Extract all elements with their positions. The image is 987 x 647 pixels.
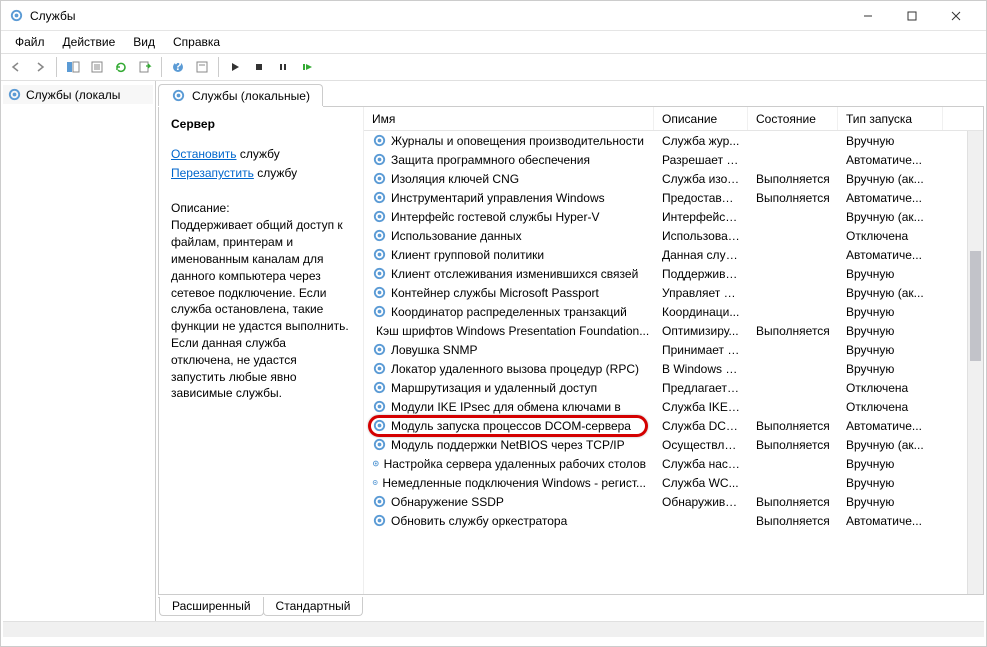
menu-action[interactable]: Действие [55,33,124,51]
service-row[interactable]: Настройка сервера удаленных рабочих стол… [364,454,983,473]
stop-link[interactable]: Остановить [171,147,237,161]
service-actions: Остановить службу Перезапустить службу [171,145,351,183]
toolbar: ? [1,53,986,81]
tab-header: Службы (локальные) [158,83,984,107]
services-icon [9,8,24,23]
pause-service-button[interactable] [272,56,294,78]
service-row[interactable]: Интерфейс гостевой службы Hyper-VИнтерфе… [364,207,983,226]
services-icon [171,88,186,103]
service-row[interactable]: Немедленные подключения Windows - регист… [364,473,983,492]
forward-button[interactable] [29,56,51,78]
service-icon [372,190,387,205]
service-icon [372,361,387,376]
col-state[interactable]: Состояние [748,107,838,130]
service-row[interactable]: Кэш шрифтов Windows Presentation Foundat… [364,321,983,340]
service-row[interactable]: Локатор удаленного вызова процедур (RPC)… [364,359,983,378]
service-icon [372,475,378,490]
col-startup[interactable]: Тип запуска [838,107,943,130]
refresh-button[interactable] [110,56,132,78]
service-icon [372,342,387,357]
tab-standard[interactable]: Стандартный [263,597,364,616]
help-button[interactable]: ? [167,56,189,78]
selected-service-title: Сервер [171,117,351,131]
services-icon [7,87,22,102]
tab-extended[interactable]: Расширенный [159,597,264,616]
col-name[interactable]: Имя [364,107,654,130]
description-text: Поддерживает общий доступ к файлам, прин… [171,217,351,402]
service-icon [372,380,387,395]
menu-help[interactable]: Справка [165,33,228,51]
service-icon [372,304,387,319]
service-row[interactable]: Обновить службу оркестратораВыполняетсяА… [364,511,983,530]
col-description[interactable]: Описание [654,107,748,130]
tab-services-local[interactable]: Службы (локальные) [158,84,323,106]
close-button[interactable] [934,2,978,30]
service-row[interactable]: Журналы и оповещения производительностиС… [364,131,983,150]
service-row[interactable]: Модуль запуска процессов DCOM-сервераСлу… [364,416,983,435]
console-tree: Службы (локалы [1,81,156,621]
service-row[interactable]: Координатор распределенных транзакцийКоо… [364,302,983,321]
service-row[interactable]: Обнаружение SSDPОбнаружива...Выполняется… [364,492,983,511]
service-icon [372,266,387,281]
vertical-scrollbar[interactable] [967,131,983,594]
window-title: Службы [9,8,846,23]
service-row[interactable]: Ловушка SNMPПринимает с...Вручную [364,340,983,359]
service-icon [372,418,387,433]
service-row[interactable]: Модули IKE IPsec для обмена ключами вСлу… [364,397,983,416]
service-icon [372,209,387,224]
service-icon [372,152,387,167]
stop-service-button[interactable] [248,56,270,78]
properties-button[interactable] [86,56,108,78]
service-icon [372,399,387,414]
service-icon [372,285,387,300]
menu-file[interactable]: Файл [7,33,53,51]
restart-link[interactable]: Перезапустить [171,166,254,180]
content-area: Службы (локалы Службы (локальные) Сервер… [1,81,986,621]
service-row[interactable]: Клиент групповой политикиДанная служ...А… [364,245,983,264]
service-icon [372,228,387,243]
service-icon [372,437,387,452]
show-hide-tree-button[interactable] [62,56,84,78]
service-row[interactable]: Клиент отслеживания изменившихся связейП… [364,264,983,283]
bottom-tabs: Расширенный Стандартный [158,597,984,619]
tree-item-services[interactable]: Службы (локалы [3,85,153,104]
service-row[interactable]: Контейнер службы Microsoft PassportУправ… [364,283,983,302]
service-icon [372,456,380,471]
service-row[interactable]: Изоляция ключей CNGСлужба изол...Выполня… [364,169,983,188]
service-row[interactable]: Модуль поддержки NetBIOS через TCP/IPОсу… [364,435,983,454]
export-button[interactable] [134,56,156,78]
start-service-button[interactable] [224,56,246,78]
list-header: Имя Описание Состояние Тип запуска [364,107,983,131]
service-row[interactable]: Маршрутизация и удаленный доступПредлага… [364,378,983,397]
service-icon [372,133,387,148]
back-button[interactable] [5,56,27,78]
maximize-button[interactable] [890,2,934,30]
detail-pane: Службы (локальные) Сервер Остановить слу… [156,81,986,621]
horizontal-scrollbar[interactable] [3,621,984,637]
service-row[interactable]: Использование данныхИспользован...Отключ… [364,226,983,245]
service-icon [372,513,387,528]
service-icon [372,247,387,262]
services-list: Имя Описание Состояние Тип запуска Журна… [364,107,983,594]
properties2-button[interactable] [191,56,213,78]
service-row[interactable]: Инструментарий управления WindowsПредост… [364,188,983,207]
svg-text:?: ? [174,60,181,73]
menu-view[interactable]: Вид [125,33,163,51]
service-detail-panel: Сервер Остановить службу Перезапустить с… [159,107,364,594]
titlebar: Службы [1,1,986,31]
restart-service-button[interactable] [296,56,318,78]
menubar: Файл Действие Вид Справка [1,31,986,53]
service-icon [372,494,387,509]
description-label: Описание: [171,201,351,215]
minimize-button[interactable] [846,2,890,30]
service-row[interactable]: Защита программного обеспеченияРазрешает… [364,150,983,169]
service-icon [372,171,387,186]
